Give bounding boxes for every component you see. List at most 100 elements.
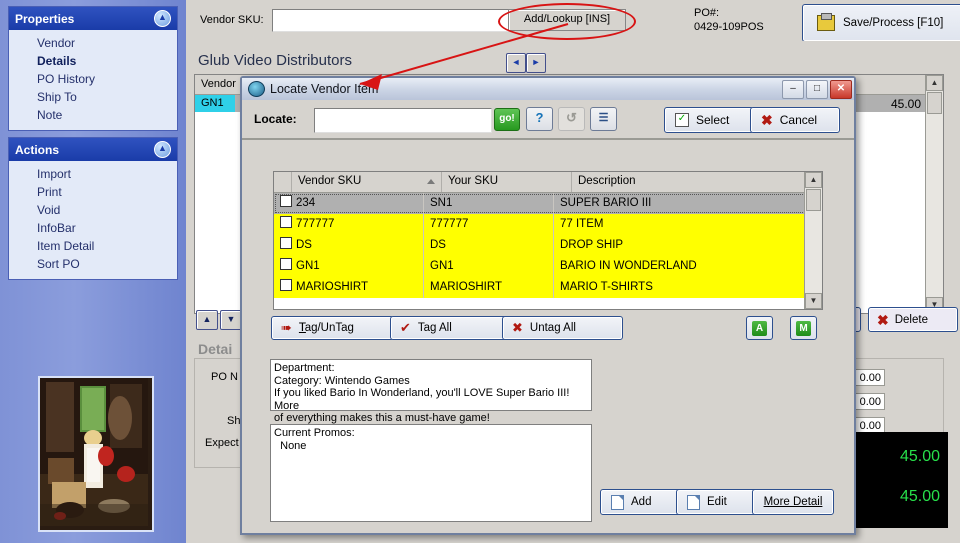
actions-panel-body: Import Print Void InfoBar Item Detail So… [9,161,177,279]
properties-panel-body: Vendor Details PO History Ship To Note [9,30,177,130]
cell-your-sku: 777777 [424,214,554,235]
select-label: Select [696,113,730,127]
sidebar-item-item-detail[interactable]: Item Detail [9,237,177,255]
po-grid-scrollbar[interactable]: ▲ ▼ [925,75,943,313]
vendor-sku-input[interactable] [272,9,510,32]
more-detail-label: More Detail [763,496,823,508]
scrollbar-thumb[interactable] [806,189,821,211]
uncheck-all-icon: ✖ [512,320,523,335]
properties-panel-header[interactable]: Properties ▲ [9,7,177,30]
row-checkbox[interactable] [280,216,292,228]
more-detail-button[interactable]: More Detail [752,489,834,515]
edit-button[interactable]: Edit [676,489,758,515]
sidebar-item-infobar[interactable]: InfoBar [9,219,177,237]
cell-vendor-sku: DS [296,239,312,251]
list-view-icon[interactable]: ☰ [590,107,617,131]
cell-your-sku: GN1 [424,256,554,277]
sidebar-item-note[interactable]: Note [9,106,177,124]
actions-panel-header[interactable]: Actions ▲ [9,138,177,161]
column-header-vendor-sku[interactable]: Vendor SKU [292,172,442,192]
vendor-items-table: Vendor SKU Your SKU Description 234 SN1 … [273,171,823,310]
actions-panel: Actions ▲ Import Print Void InfoBar Item… [8,137,178,280]
close-button[interactable]: ✕ [830,79,852,99]
cell-description: MARIO T-SHIRTS [560,281,653,293]
dialog-title: Locate Vendor Item [270,82,379,96]
select-button[interactable]: ✓ Select [664,107,754,133]
new-page-icon [611,494,624,510]
sidebar-item-sort-po[interactable]: Sort PO [9,255,177,273]
auto-mode-button[interactable]: A [746,316,773,340]
po-number-field-label: PO N [211,371,238,383]
add-lookup-button[interactable]: Add/Lookup [INS] [508,9,626,31]
scroll-down-icon[interactable]: ▼ [805,293,822,309]
vendor-sku-label: Vendor SKU: [200,14,264,26]
nav-next-button[interactable]: ► [526,53,546,73]
cell-description: DROP SHIP [560,239,624,251]
untag-all-button[interactable]: ✖ Untag All [502,316,623,340]
locate-input[interactable] [314,108,492,133]
ship-field-label: Sh [227,415,241,427]
locate-vendor-item-dialog: Locate Vendor Item – □ ✕ Locate: go! ? ↺… [240,76,856,535]
a-badge-icon: A [752,320,767,336]
sidebar-item-print[interactable]: Print [9,183,177,201]
tag-all-button[interactable]: ✔ Tag All [390,316,507,340]
refresh-icon[interactable]: ↺ [558,107,585,131]
cancel-label: Cancel [779,113,818,127]
save-process-button[interactable]: Save/Process [F10] [802,4,960,42]
row-checkbox[interactable] [280,237,292,249]
table-row[interactable]: 777777 777777 77 ITEM [274,214,822,235]
attic-painting-thumbnail [38,376,154,532]
column-header-description[interactable]: Description [572,172,822,192]
move-down-button[interactable]: ▼ [220,310,242,330]
scrollbar-thumb[interactable] [927,92,942,114]
column-header-checkbox [274,172,292,192]
sidebar-item-details[interactable]: Details [9,52,177,70]
table-row[interactable]: GN1 GN1 BARIO IN WONDERLAND [274,256,822,277]
column-header-your-sku[interactable]: Your SKU [442,172,572,192]
manual-mode-button[interactable]: M [790,316,817,340]
tag-untag-button[interactable]: ➠ TTag/UnTag [271,316,394,340]
row-checkbox[interactable] [280,279,292,291]
minimize-button[interactable]: – [782,79,804,99]
actions-panel-title: Actions [15,142,60,157]
sidebar-item-po-history[interactable]: PO History [9,70,177,88]
vendor-name-title: Glub Video Distributors [198,52,352,69]
sidebar-item-void[interactable]: Void [9,201,177,219]
table-row[interactable]: MARIOSHIRT MARIOSHIRT MARIO T-SHIRTS [274,277,822,298]
save-disk-icon [817,13,835,31]
move-up-button[interactable]: ▲ [196,310,218,330]
table-row[interactable]: 234 SN1 SUPER BARIO III [274,193,822,214]
thumbnail-wrapper [38,376,154,532]
sidebar-item-ship-to[interactable]: Ship To [9,88,177,106]
po-number: 0429-109POS [694,21,764,33]
expected-field-label: Expect [205,437,239,449]
po-label: PO#: [694,7,720,19]
table-row[interactable]: DS DS DROP SHIP [274,235,822,256]
delete-label: Delete [894,313,928,326]
untag-all-label: Untag All [529,322,576,334]
chevron-up-icon[interactable]: ▲ [154,10,171,27]
go-button[interactable]: go! [494,108,520,131]
scroll-up-icon[interactable]: ▲ [805,172,822,188]
nav-prev-button[interactable]: ◄ [506,53,526,73]
chevron-up-icon[interactable]: ▲ [154,141,171,158]
row-checkbox[interactable] [280,195,292,207]
cancel-button[interactable]: ✖ Cancel [750,107,840,133]
help-icon[interactable]: ? [526,107,553,131]
po-number-block: PO#: 0429-109POS [694,6,764,34]
cell-vendor-sku: MARIOSHIRT [296,281,368,293]
sidebar-item-import[interactable]: Import [9,165,177,183]
edit-label: Edit [707,496,727,508]
add-button[interactable]: Add [600,489,682,515]
table-scrollbar[interactable]: ▲ ▼ [804,172,822,309]
delete-button[interactable]: ✖ Delete [868,307,958,332]
sidebar-item-vendor[interactable]: Vendor [9,34,177,52]
scroll-up-icon[interactable]: ▲ [926,75,943,91]
check-all-icon: ✔ [400,320,411,335]
dialog-title-bar[interactable]: Locate Vendor Item – □ ✕ [242,78,854,100]
delete-x-icon: ✖ [877,311,889,328]
column-label-vendor-sku: Vendor SKU [298,175,362,187]
maximize-button[interactable]: □ [806,79,828,99]
po-grid-row-sku: GN1 [195,95,235,112]
row-checkbox[interactable] [280,258,292,270]
